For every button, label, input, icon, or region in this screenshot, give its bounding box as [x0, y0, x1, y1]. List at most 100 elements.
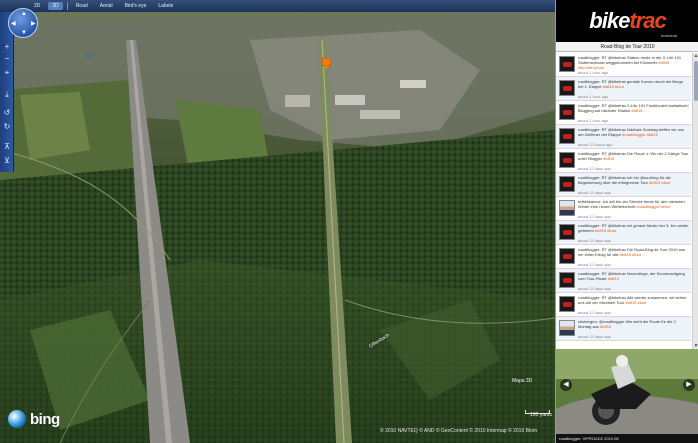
- scroll-thumb[interactable]: [694, 61, 698, 101]
- tweet-timestamp: about 12 days ago: [578, 238, 611, 243]
- mode-2d-button[interactable]: 2D: [30, 2, 44, 10]
- tweet-text: roadblogger: RT @biketrac ich gerade Mus…: [578, 223, 689, 238]
- tweet-link[interactable]: #tdf15 #tour: [620, 252, 641, 257]
- tweet-link[interactable]: #tdf15: [608, 276, 619, 281]
- feed-scrollbar[interactable]: ▲ ▼: [692, 53, 698, 349]
- tweet-text: roadblogger: RT @biketrac geniale Kurven…: [578, 79, 689, 94]
- zoom-out-icon[interactable]: −: [2, 54, 12, 64]
- tweet-timestamp: about 12 days ago: [578, 262, 611, 267]
- tweet-avatar[interactable]: [559, 272, 575, 288]
- location-pin-icon[interactable]: [322, 58, 331, 70]
- tweet-timestamp: about 12 days ago: [578, 214, 611, 219]
- tweet-link[interactable]: #tdf15 #tour: [649, 180, 670, 185]
- biketrac-logo: biketrac: [589, 8, 666, 34]
- pan-left-icon[interactable]: ◀: [11, 21, 16, 27]
- logo-bike-text: bike: [589, 8, 630, 33]
- tweet-avatar[interactable]: [559, 152, 575, 168]
- overview-label: Mapa 3D: [512, 378, 533, 384]
- map-view[interactable]: 2D 3D Road Aerial Bird's eye Labels + − …: [0, 0, 555, 443]
- tweet-avatar[interactable]: [559, 104, 575, 120]
- tweet-item[interactable]: roadblogger: RT @biketrac Ich bin @tourb…: [556, 173, 691, 197]
- tweet-text: roadblogger: RT @biketrac Alle wieder zu…: [578, 295, 689, 310]
- tweet-avatar[interactable]: [559, 224, 575, 240]
- tweet-text: tmftekkalove: Ich will bin der Strecke h…: [578, 199, 689, 214]
- birds-eye-view-button[interactable]: Bird's eye: [121, 2, 151, 10]
- tweet-avatar[interactable]: [559, 296, 575, 312]
- tweet-timestamp: about 12 days ago: [578, 190, 611, 195]
- aerial-terrain[interactable]: [0, 0, 555, 443]
- zoom-in-icon[interactable]: +: [2, 42, 12, 52]
- pan-down-icon[interactable]: ▼: [21, 30, 27, 36]
- tweet-avatar[interactable]: [559, 248, 575, 264]
- tweet-timestamp: about 1 hour ago: [578, 94, 609, 99]
- rotate-left-icon[interactable]: ↺: [2, 108, 12, 118]
- tweet-avatar[interactable]: [559, 128, 575, 144]
- tilt-up-icon[interactable]: ⊼: [2, 142, 12, 152]
- tweet-timestamp: about 12 days ago: [578, 286, 611, 291]
- scroll-up-icon[interactable]: ▲: [693, 53, 698, 59]
- logo-subtitle: motorrad: [660, 33, 677, 38]
- tweet-avatar[interactable]: [559, 80, 575, 96]
- tweet-link[interactable]: #tdf15 #tour: [603, 84, 624, 89]
- tweet-text: roadblogger: RT @biketrac Die Route 1: W…: [578, 151, 689, 166]
- labels-toggle-button[interactable]: Labels: [154, 2, 177, 10]
- tweet-item[interactable]: tmftekkalove: Ich will bin der Strecke h…: [556, 197, 691, 221]
- tweet-text: uliobergeo: @roadblogger Wie sieht die R…: [578, 319, 689, 334]
- side-panel: biketrac motorrad Road-Blog de Tour 2010…: [555, 0, 698, 443]
- bing-orb-icon: [8, 410, 26, 428]
- tweet-item[interactable]: roadblogger: RT @biketrac Station heute …: [556, 53, 691, 77]
- tweet-feed[interactable]: roadblogger: RT @biketrac Station heute …: [556, 53, 691, 349]
- tweet-link[interactable]: #tdf15: [603, 156, 614, 161]
- mode-3d-button[interactable]: 3D: [48, 2, 63, 10]
- tweet-body: roadblogger: RT @biketrac geniale Kurven…: [578, 79, 684, 89]
- navigation-compass[interactable]: ▲ ▼ ◀ ▶: [8, 8, 38, 38]
- tweet-link[interactable]: #tdf15 #tour: [625, 300, 646, 305]
- tweet-link[interactable]: #tdf15: [600, 324, 611, 329]
- video-preview[interactable]: ◀ ▶: [556, 349, 698, 434]
- tweet-item[interactable]: roadblogger: RT @biketrac Die Route 1: W…: [556, 149, 691, 173]
- tweet-text: roadblogger: RT @biketrac Nächste Sonnta…: [578, 127, 689, 142]
- tweet-item[interactable]: roadblogger: RT @biketrac geniale Kurven…: [556, 77, 691, 101]
- map-copyright: © 2010 NAVTEQ © AND © GeoContent © 2010 …: [380, 428, 538, 434]
- tweet-avatar[interactable]: [559, 320, 575, 336]
- tweet-item[interactable]: roadblogger: RT @biketrac X-Life 101 Fun…: [556, 101, 691, 125]
- tweet-avatar[interactable]: [559, 176, 575, 192]
- tweet-text: roadblogger: RT @biketrac Station heute …: [578, 55, 689, 70]
- tweet-body: roadblogger: RT @biketrac Neuerdings, de…: [578, 271, 685, 281]
- biketrac-header: biketrac motorrad: [556, 0, 698, 42]
- tweet-item[interactable]: roadblogger: RT @biketrac Alle wieder zu…: [556, 293, 691, 317]
- tweet-item[interactable]: roadblogger: RT @biketrac ich gerade Mus…: [556, 221, 691, 245]
- next-video-icon[interactable]: ▶: [683, 379, 695, 391]
- tweet-link[interactable]: #tdf15 #tour: [595, 228, 616, 233]
- tweet-body: roadblogger: RT @biketrac Die Route 1: W…: [578, 151, 689, 161]
- pan-right-icon[interactable]: ▶: [31, 21, 36, 27]
- tweet-timestamp: about 12 days ago: [578, 310, 611, 315]
- tilt-down-icon[interactable]: ⊻: [2, 156, 12, 166]
- tweet-link[interactable]: #tdf15: [631, 108, 642, 113]
- previous-video-icon[interactable]: ◀: [560, 379, 572, 391]
- road-view-button[interactable]: Road: [72, 2, 92, 10]
- video-caption: roadblogger: VIPROADZ 2010 06: [556, 434, 698, 443]
- app-root: 2D 3D Road Aerial Bird's eye Labels + − …: [0, 0, 698, 443]
- tweet-item[interactable]: roadblogger: RT @biketrac Nächste Sonnta…: [556, 125, 691, 149]
- tweet-text: roadblogger: RT @biketrac Neuerdings, de…: [578, 271, 689, 286]
- tweet-item[interactable]: roadblogger: RT @biketrac Die Road-Blog …: [556, 245, 691, 269]
- tweet-avatar[interactable]: [559, 200, 575, 216]
- tweet-timestamp: about 12 days ago: [578, 166, 611, 171]
- motorcycle-photo: [556, 349, 698, 434]
- blog-title: Road-Blog de Tour 2010: [556, 42, 698, 52]
- tweet-text: roadblogger: RT @biketrac Ich bin @tourb…: [578, 175, 689, 190]
- tweet-item[interactable]: roadblogger: RT @biketrac Neuerdings, de…: [556, 269, 691, 293]
- tweet-item[interactable]: uliobergeo: @roadblogger Wie sieht die R…: [556, 317, 691, 341]
- rotate-right-icon[interactable]: ↻: [2, 122, 12, 132]
- download-icon[interactable]: ⤓: [2, 90, 12, 100]
- locate-icon[interactable]: ⌖: [2, 68, 12, 78]
- pan-up-icon[interactable]: ▲: [21, 11, 27, 17]
- map-tool-strip: + − ⌖ ⤓ ↺ ↻ ⊼ ⊻: [0, 12, 14, 172]
- aerial-view-button[interactable]: Aerial: [96, 2, 117, 10]
- tweet-timestamp: about 1 hour ago: [578, 70, 609, 75]
- tweet-body: uliobergeo: @roadblogger Wie sieht die R…: [578, 319, 677, 329]
- tweet-avatar[interactable]: [559, 56, 575, 72]
- tweet-link[interactable]: #roadblogger #tour: [636, 204, 670, 209]
- tweet-link[interactable]: #roadblogger #tdf15: [622, 132, 658, 137]
